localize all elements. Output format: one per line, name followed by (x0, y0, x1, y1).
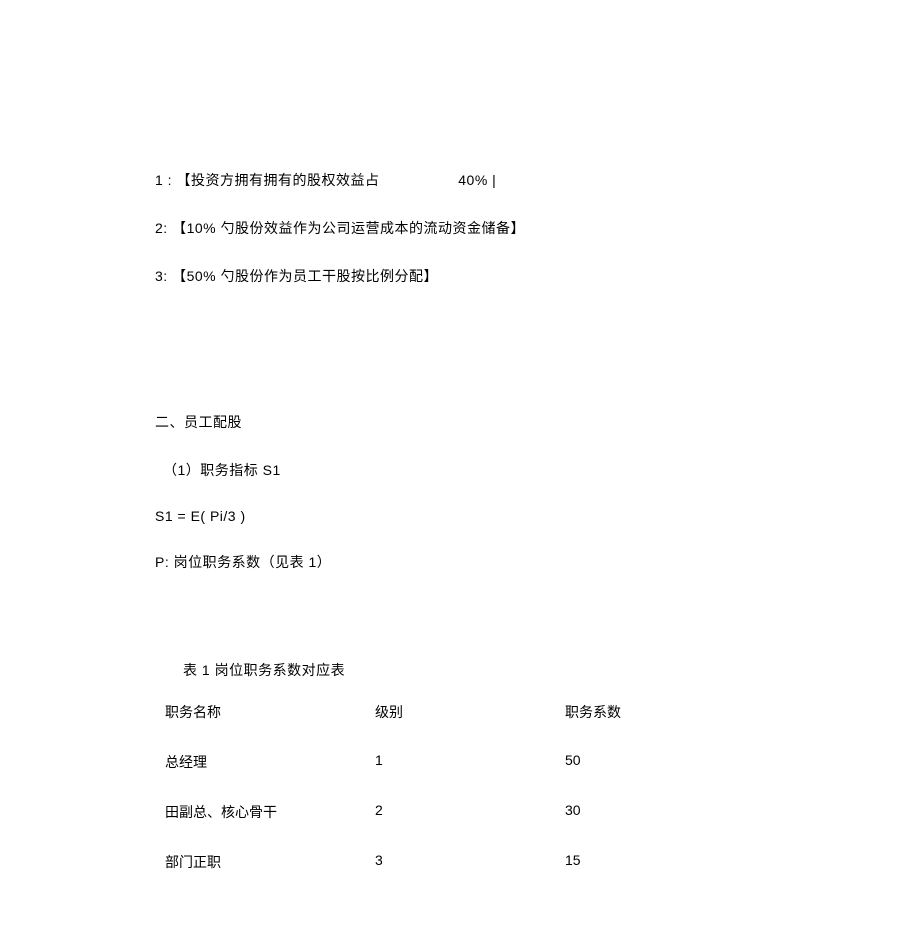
line-1: 1 : 【投资方拥有拥有的股权效益占 40% | (155, 170, 770, 190)
line-2: 2: 【10% 勺股份效益作为公司运营成本的流动资金储备】 (155, 218, 770, 238)
cell-coef: 50 (565, 752, 581, 772)
cell-level: 3 (375, 852, 565, 872)
section-2-title: 二、员工配股 (155, 412, 770, 432)
cell-name: 部门正职 (165, 852, 375, 872)
table-header-level: 级别 (375, 702, 565, 722)
cell-name: 总经理 (165, 752, 375, 772)
formula-s1: S1 = E( Pi/3 ) (155, 508, 770, 524)
line-3: 3: 【50% 勺股份作为员工干股按比例分配】 (155, 266, 770, 286)
p-description: P: 岗位职务系数（见表 1） (155, 552, 770, 572)
table-header-name: 职务名称 (165, 702, 375, 722)
section-gap-1 (155, 314, 770, 412)
section-2-sub1: （1）职务指标 S1 (155, 460, 770, 480)
cell-name: 田副总、核心骨干 (165, 802, 375, 822)
section-gap-2 (155, 600, 770, 660)
cell-level: 1 (375, 752, 565, 772)
line-1-text-a: 1 : 【投资方拥有拥有的股权效益占 (155, 172, 379, 188)
cell-level: 2 (375, 802, 565, 822)
table-1: 职务名称 级别 职务系数 总经理 1 50 田副总、核心骨干 2 30 部门正职… (155, 702, 770, 872)
table-1-caption: 表 1 岗位职务系数对应表 (155, 660, 770, 680)
table-header-row: 职务名称 级别 职务系数 (165, 702, 770, 722)
document-page: 1 : 【投资方拥有拥有的股权效益占 40% | 2: 【10% 勺股份效益作为… (0, 0, 920, 872)
table-header-coef: 职务系数 (565, 702, 621, 722)
cell-coef: 30 (565, 802, 581, 822)
table-row: 总经理 1 50 (165, 752, 770, 772)
table-row: 田副总、核心骨干 2 30 (165, 802, 770, 822)
table-row: 部门正职 3 15 (165, 852, 770, 872)
line-1-text-b: 40% | (458, 172, 496, 188)
cell-coef: 15 (565, 852, 581, 872)
